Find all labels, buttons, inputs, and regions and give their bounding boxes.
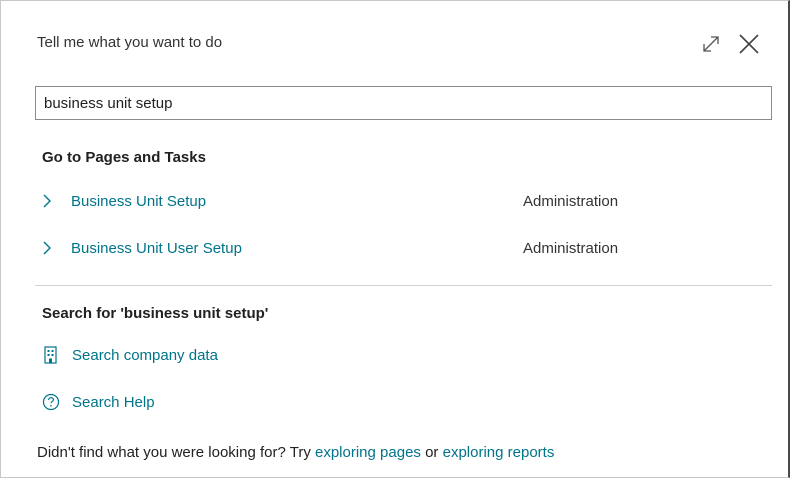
search-company-data-link[interactable]: Search company data bbox=[72, 347, 218, 364]
chevron-right-icon bbox=[42, 241, 56, 255]
result-category: Administration bbox=[523, 192, 619, 210]
result-label[interactable]: Business Unit Setup bbox=[71, 193, 206, 210]
search-section-heading: Search for 'business unit setup' bbox=[42, 305, 269, 322]
dialog-header-actions bbox=[698, 31, 762, 57]
section-divider bbox=[35, 285, 772, 286]
search-help-action[interactable]: Search Help bbox=[42, 390, 155, 414]
search-company-data-action[interactable]: Search company data bbox=[42, 343, 218, 367]
tell-me-dialog: Tell me what you want to do Go to Pages … bbox=[0, 0, 790, 478]
expand-icon bbox=[703, 36, 719, 52]
footer-middle: or bbox=[420, 444, 443, 461]
expand-button[interactable] bbox=[698, 31, 724, 57]
help-circle-icon bbox=[42, 393, 60, 411]
result-category: Administration bbox=[523, 239, 619, 257]
building-icon bbox=[42, 346, 60, 364]
result-label[interactable]: Business Unit User Setup bbox=[71, 240, 242, 257]
dialog-title: Tell me what you want to do bbox=[37, 34, 223, 51]
chevron-right-icon bbox=[42, 194, 56, 208]
search-help-link[interactable]: Search Help bbox=[72, 394, 155, 411]
exploring-pages-link[interactable]: exploring pages bbox=[315, 444, 421, 461]
exploring-reports-link[interactable]: exploring reports bbox=[443, 444, 555, 461]
search-input[interactable] bbox=[35, 86, 772, 120]
pages-section-heading: Go to Pages and Tasks bbox=[42, 149, 206, 166]
close-icon bbox=[739, 34, 759, 54]
footer-hint: Didn't find what you were looking for? T… bbox=[37, 444, 554, 461]
footer-prefix: Didn't find what you were looking for? T… bbox=[37, 444, 315, 461]
result-business-unit-user-setup[interactable]: Business Unit User Setup Administration bbox=[42, 235, 772, 261]
result-business-unit-setup[interactable]: Business Unit Setup Administration bbox=[42, 188, 772, 214]
close-button[interactable] bbox=[736, 31, 762, 57]
